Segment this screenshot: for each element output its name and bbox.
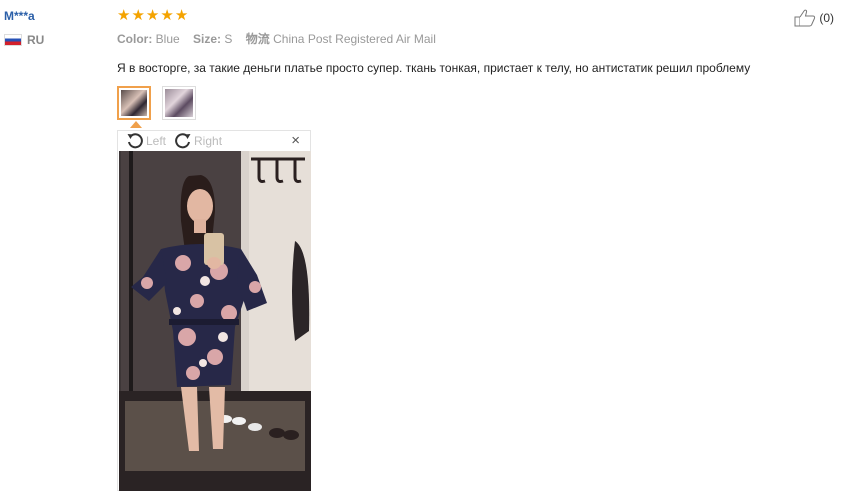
viewer-toolbar: Left Right ×: [118, 131, 310, 151]
star-icon: ★: [174, 7, 189, 24]
active-thumbnail-pointer: [130, 121, 142, 128]
color-value: Blue: [155, 32, 180, 46]
color-label: Color:: [117, 32, 153, 46]
review-text: Я в восторге, за такие деньги платье про…: [117, 61, 751, 75]
review-photo-thumbnail[interactable]: [117, 86, 151, 120]
shipping-value: China Post Registered Air Mail: [273, 32, 436, 46]
review-photo: [119, 151, 311, 491]
rotate-right-icon: [175, 133, 191, 149]
review-photo-image: [119, 151, 311, 491]
rotate-left-button[interactable]: Left: [126, 132, 166, 150]
shipping-label: 物流: [245, 32, 270, 46]
star-icon: ★: [117, 7, 131, 24]
star-icon: ★: [160, 7, 174, 24]
thumbnail-image: [121, 90, 147, 116]
helpful-button[interactable]: (0): [794, 9, 834, 27]
photo-viewer: Left Right ×: [117, 130, 311, 491]
reviewer-country: RU: [4, 33, 44, 47]
reviewer-name[interactable]: M***a: [4, 9, 35, 23]
rotate-right-label: Right: [194, 134, 223, 148]
close-viewer-button[interactable]: ×: [291, 133, 300, 149]
star-icon: ★: [145, 7, 160, 24]
size-label: Size:: [193, 32, 222, 46]
thumbnail-image: [165, 89, 193, 117]
star-rating: ★ ★ ★ ★ ★: [117, 8, 188, 24]
star-icon: ★: [131, 7, 145, 24]
country-code: RU: [27, 33, 45, 47]
rotate-left-icon: [127, 133, 143, 149]
russia-flag-icon: [4, 34, 22, 46]
rotate-right-button[interactable]: Right: [174, 132, 222, 150]
thumbs-up-icon: [794, 9, 816, 27]
helpful-count: (0): [819, 11, 834, 25]
review-photo-thumbnail[interactable]: [162, 86, 196, 120]
size-value: S: [224, 32, 233, 46]
order-attributes: Color: Blue Size: S 物流 China Post Regist…: [117, 30, 436, 47]
rotate-left-label: Left: [146, 134, 167, 148]
